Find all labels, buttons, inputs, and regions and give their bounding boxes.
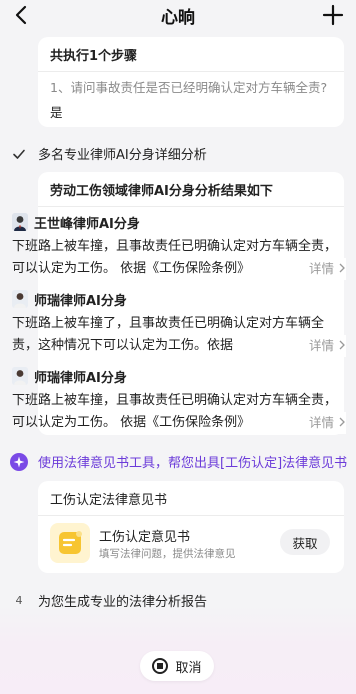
details-link[interactable]: 详情 [309, 338, 334, 353]
lawyer-name: 师瑞律师AI分身 [34, 370, 127, 386]
analysis-heading: 劳动工伤领域律师AI分身分析结果如下 [50, 184, 273, 199]
chevron-right-icon [339, 340, 345, 350]
lawyer-result[interactable]: 王世峰律师AI分身 下班路上被车撞，且事故责任已明确认定对方车辆全责，可以认定为… [12, 212, 346, 280]
sparkle-icon [10, 452, 28, 471]
details-link[interactable]: 详情 [309, 415, 334, 430]
opinion-subtitle: 填写法律问题，提供法律意见 [99, 548, 236, 560]
cancel-button[interactable]: 取消 [140, 651, 214, 681]
divider [38, 71, 344, 72]
details-link[interactable]: 详情 [309, 261, 334, 276]
page-title: 心晌 [161, 8, 195, 28]
document-icon [50, 523, 90, 563]
step-analysis-label: 多名专业律师AI分身详细分析 [38, 148, 207, 163]
lawyer-name: 师瑞律师AI分身 [34, 293, 127, 309]
divider [38, 515, 344, 516]
cancel-label: 取消 [175, 660, 202, 676]
chevron-right-icon [339, 263, 345, 273]
plus-icon[interactable] [322, 4, 344, 26]
summary-question: 1、请问事故责任是否已经明确认定对方车辆全责? [50, 80, 328, 95]
legal-opinion-card: 工伤认定法律意见书 工伤认定意见书 填写法律问题，提供法律意见 获取 [38, 481, 344, 573]
divider [38, 206, 344, 207]
opinion-title: 工伤认定意见书 [99, 530, 191, 545]
stop-icon [152, 658, 169, 674]
step-tool-label: 使用法律意见书工具，帮您出具[工伤认定]法律意见书 [38, 456, 348, 471]
lawyer-avatar [12, 367, 28, 385]
lawyer-result[interactable]: 师瑞律师AI分身 下班路上被车撞，且事故责任已明确认定对方车辆全责，可以认定为工… [12, 366, 346, 434]
lawyer-avatar [12, 290, 28, 308]
lawyer-avatar [12, 213, 28, 231]
lawyer-name: 王世峰律师AI分身 [34, 216, 140, 232]
check-icon [10, 145, 28, 163]
step-tool: 使用法律意见书工具，帮您出具[工伤认定]法律意见书 [10, 452, 347, 471]
get-button[interactable]: 获取 [280, 529, 330, 555]
summary-heading: 共执行1个步骤 [50, 49, 138, 64]
step-analysis: 多名专业律师AI分身详细分析 [10, 144, 207, 163]
top-bar: 心晌 [0, 0, 356, 30]
execution-summary-card: 共执行1个步骤 1、请问事故责任是否已经明确认定对方车辆全责? 是 [38, 37, 344, 127]
lawyer-result[interactable]: 师瑞律师AI分身 下班路上被车撞了，且事故责任已明确认定对方车辆全责，这种情况下… [12, 289, 346, 357]
summary-answer: 是 [50, 105, 63, 120]
opinion-heading: 工伤认定法律意见书 [50, 493, 168, 508]
chevron-right-icon [339, 417, 345, 427]
